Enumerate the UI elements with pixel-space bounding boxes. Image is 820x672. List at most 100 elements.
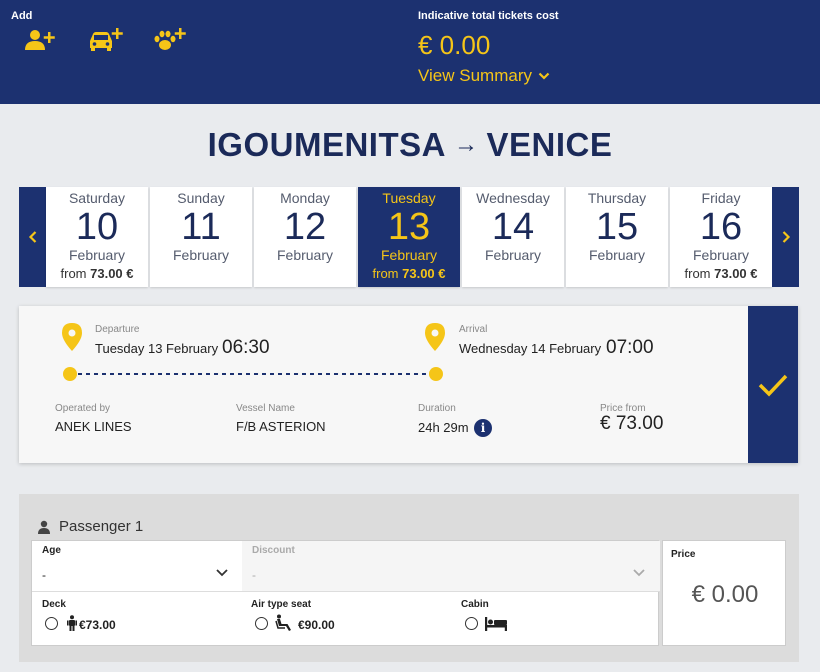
date-day: 11 xyxy=(181,206,221,248)
arrival-label: Arrival xyxy=(459,324,488,335)
deck-label: Deck xyxy=(42,599,66,610)
person-icon xyxy=(38,520,50,534)
route-arrow-icon: → xyxy=(453,131,479,158)
date-from-price: from 73.00 € xyxy=(358,266,460,281)
date-weekday: Monday xyxy=(280,190,330,206)
vessel-value: F/B ASTERION xyxy=(236,419,326,434)
seat-radio[interactable] xyxy=(255,617,268,630)
date-card[interactable]: Friday 16 February from 73.00 € xyxy=(670,187,772,287)
date-month: February xyxy=(484,247,542,263)
date-card[interactable]: Thursday 15 February xyxy=(566,187,668,287)
seat-price: €90.00 xyxy=(298,618,335,632)
date-day: 15 xyxy=(595,206,639,248)
price-from-value: € 73.00 xyxy=(600,413,664,434)
date-month: February xyxy=(68,247,126,263)
price-value: € 0.00 xyxy=(691,581,759,608)
date-day: 14 xyxy=(491,206,535,248)
from-label: from xyxy=(60,266,87,281)
price-value: 73.00 € xyxy=(90,266,134,281)
date-month: February xyxy=(172,247,230,263)
top-bar: Add Indicative total tickets cost € 0.00… xyxy=(0,0,820,104)
duration-label: Duration xyxy=(418,403,456,414)
view-summary-button[interactable]: View Summary xyxy=(418,66,550,86)
discount-select xyxy=(242,541,660,591)
date-weekday: Wednesday xyxy=(476,190,550,206)
passenger-price-box: Price € 0.00 xyxy=(662,540,786,646)
route-timeline xyxy=(63,367,443,381)
passenger-title-text: Passenger 1 xyxy=(59,518,144,535)
next-dates-button[interactable] xyxy=(772,187,799,287)
passenger-card: Passenger 1 Age - Discount - Deck €73.00… xyxy=(19,494,799,662)
location-pin-icon xyxy=(62,323,82,351)
arrival-date: Wednesday 14 February xyxy=(459,341,602,356)
route-origin: IGOUMENITSA xyxy=(207,126,446,163)
trip-card[interactable]: Departure Tuesday 13 February 06:30 Arri… xyxy=(19,306,798,463)
date-month: February xyxy=(380,247,438,263)
date-month: February xyxy=(276,247,334,263)
from-label: from xyxy=(684,266,711,281)
age-select[interactable]: - xyxy=(42,568,46,582)
deck-price: €73.00 xyxy=(79,618,116,632)
passenger-form: Age - Discount - Deck €73.00 Air type se… xyxy=(31,540,660,646)
chevron-left-icon xyxy=(28,231,36,243)
total-cost-value: € 0.00 xyxy=(418,30,491,60)
add-pet-icon[interactable] xyxy=(152,26,188,56)
date-from-price: from 73.00 € xyxy=(670,266,772,281)
arrival-time: 07:00 xyxy=(606,337,654,358)
departure-time: 06:30 xyxy=(222,337,270,358)
departure-label: Departure xyxy=(95,324,140,335)
date-month: February xyxy=(588,247,646,263)
price-value: 73.00 € xyxy=(714,266,758,281)
add-passenger-icon[interactable] xyxy=(24,26,60,56)
standing-person-icon xyxy=(67,615,77,631)
location-pin-icon xyxy=(425,323,445,351)
from-label: from xyxy=(372,266,399,281)
date-day: 16 xyxy=(699,206,743,248)
deck-radio[interactable] xyxy=(45,617,58,630)
date-card[interactable]: Monday 12 February xyxy=(254,187,356,287)
date-card[interactable]: Sunday 11 February xyxy=(150,187,252,287)
discount-label: Discount xyxy=(252,545,295,556)
operator-value: ANEK LINES xyxy=(55,419,132,434)
date-weekday: Sunday xyxy=(177,190,225,206)
add-vehicle-icon[interactable] xyxy=(88,26,124,56)
price-value: 73.00 € xyxy=(402,266,446,281)
route-title: IGOUMENITSA → VENICE xyxy=(0,126,820,164)
duration-value: 24h 29m xyxy=(418,420,469,435)
seat-label: Air type seat xyxy=(251,599,312,610)
chevron-right-icon xyxy=(782,231,790,243)
chevron-down-icon xyxy=(633,569,645,577)
date-month: February xyxy=(692,247,750,263)
bed-icon xyxy=(485,617,507,631)
date-card[interactable]: Saturday 10 February from 73.00 € xyxy=(46,187,148,287)
select-trip-button[interactable] xyxy=(748,306,798,463)
passenger-title: Passenger 1 xyxy=(37,518,143,535)
date-card-selected[interactable]: Tuesday 13 February from 73.00 € xyxy=(358,187,460,287)
age-label: Age xyxy=(42,545,61,556)
checkmark-icon xyxy=(758,374,788,397)
cabin-label: Cabin xyxy=(461,599,489,610)
add-label: Add xyxy=(11,10,33,22)
cabin-radio[interactable] xyxy=(465,617,478,630)
date-weekday: Thursday xyxy=(587,190,647,206)
prev-dates-button[interactable] xyxy=(19,187,46,287)
chevron-down-icon[interactable] xyxy=(216,569,228,577)
date-day: 13 xyxy=(387,206,431,248)
date-from-price: from 73.00 € xyxy=(46,266,148,281)
reclining-seat-icon xyxy=(275,614,291,631)
operator-label: Operated by xyxy=(55,403,111,414)
departure-date: Tuesday 13 February xyxy=(95,341,219,356)
date-weekday: Friday xyxy=(701,190,741,206)
chevron-down-icon xyxy=(538,72,550,80)
date-weekday: Saturday xyxy=(68,190,126,206)
date-day: 12 xyxy=(283,206,327,248)
view-summary-label: View Summary xyxy=(418,66,532,85)
total-cost-label: Indicative total tickets cost xyxy=(418,10,559,22)
price-label: Price xyxy=(671,549,696,560)
date-card[interactable]: Wednesday 14 February xyxy=(462,187,564,287)
date-day: 10 xyxy=(75,206,119,248)
divider xyxy=(32,591,660,592)
info-icon[interactable]: i xyxy=(474,419,492,437)
vessel-label: Vessel Name xyxy=(236,403,295,414)
discount-value: - xyxy=(252,568,256,582)
